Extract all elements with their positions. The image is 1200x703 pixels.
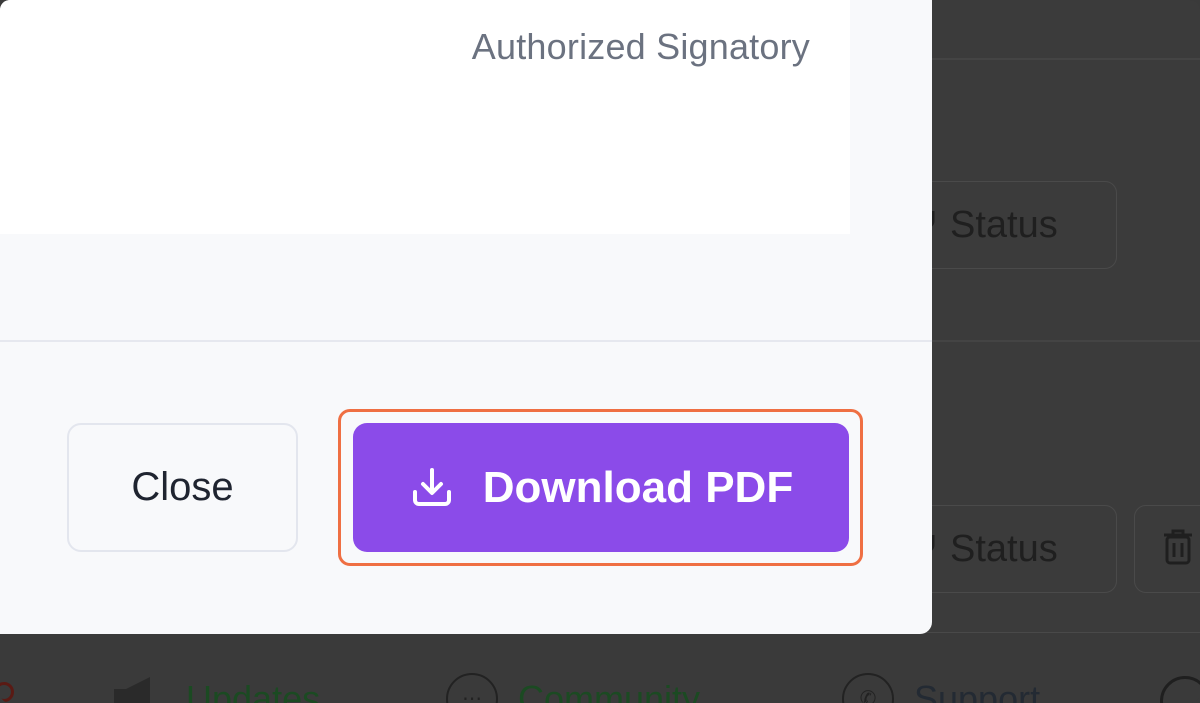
trash-icon (1163, 527, 1193, 572)
megaphone-icon (110, 673, 166, 703)
nav-item-community[interactable]: ⋯ Community (446, 673, 700, 703)
app-background: Status Status Updates ⋯ Community ✆ Supp… (0, 0, 1200, 703)
invoice-preview: Authorized Signatory (0, 0, 850, 234)
chat-bubble-icon: ⋯ (446, 673, 498, 703)
whatsapp-icon: ✆ (842, 673, 894, 703)
bottom-nav: Updates ⋯ Community ✆ Support (0, 632, 1200, 703)
status-label: Status (950, 527, 1058, 570)
download-pdf-button[interactable]: Download PDF (353, 423, 849, 552)
nav-item-support[interactable]: ✆ Support (842, 673, 1040, 703)
invoice-modal: Authorized Signatory Close Download PDF (0, 0, 932, 634)
authorized-signatory-label: Authorized Signatory (471, 26, 810, 67)
download-pdf-label: Download PDF (482, 462, 794, 512)
delete-button[interactable] (1134, 505, 1200, 593)
download-icon (409, 465, 455, 511)
close-button[interactable]: Close (67, 423, 298, 552)
close-button-label: Close (131, 465, 234, 509)
modal-footer-divider (0, 340, 932, 342)
nav-label: Updates (186, 678, 321, 703)
nav-label: Community (518, 678, 701, 703)
nav-label: Support (914, 678, 1041, 703)
divider (930, 340, 1200, 342)
divider (930, 58, 1200, 60)
status-label: Status (950, 203, 1058, 246)
nav-item-updates[interactable]: Updates (110, 673, 320, 703)
